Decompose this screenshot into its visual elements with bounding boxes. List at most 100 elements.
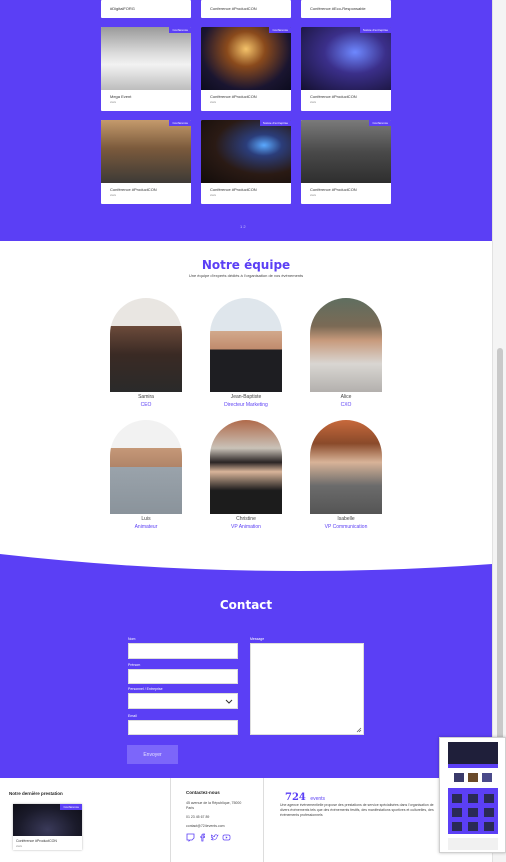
events-section: #DigitalFORG Conference #ProductCON Conf… xyxy=(0,0,492,241)
team-member: Samira CEO xyxy=(110,298,182,408)
resize-handle-icon[interactable] xyxy=(356,727,362,733)
event-image: Soirée d'entreprise xyxy=(301,27,391,90)
event-card-date: xxxx xyxy=(210,193,216,197)
event-card-title: Conférence #ProductCON xyxy=(110,187,157,192)
last-event-card-date: xxxx xyxy=(16,844,22,848)
event-card[interactable]: Conférence Conférence #ProductCON xxxx xyxy=(101,120,191,204)
member-role: Directeur Marketing xyxy=(224,402,268,408)
event-tag: Soirée d'entreprise xyxy=(259,120,291,126)
member-photo xyxy=(110,298,182,392)
youtube-icon[interactable] xyxy=(222,833,231,842)
address-line-2: Paris xyxy=(186,806,194,810)
event-card[interactable]: Soirée d'entreprise Conférence #ProductC… xyxy=(201,120,291,204)
member-role: VP Communication xyxy=(324,524,368,530)
logo-word: events xyxy=(310,796,326,802)
event-tag: Conférence xyxy=(269,27,291,33)
contact-us-title: Contactez-nous xyxy=(186,790,220,795)
team-member: Isabelle VP Communication xyxy=(310,420,382,530)
event-image: Conférence xyxy=(201,27,291,90)
about-text: Une agence événementielle propose des pr… xyxy=(280,803,434,817)
footer-divider xyxy=(263,778,264,862)
nom-field[interactable] xyxy=(128,643,238,659)
event-tag: Conférence xyxy=(169,27,191,33)
event-card-title: Conférence #ProductCON xyxy=(310,94,357,99)
type-select[interactable] xyxy=(128,693,238,709)
address-line-1: 45 avenue de la République, 75000 xyxy=(186,801,242,805)
scrollbar-thumb[interactable] xyxy=(497,348,503,768)
event-card[interactable]: Conférence Mega Event xxxx xyxy=(101,27,191,111)
page: #DigitalFORG Conference #ProductCON Conf… xyxy=(0,0,492,862)
team-member: Jean-Baptiste Directeur Marketing xyxy=(210,298,282,408)
member-photo xyxy=(310,420,382,514)
member-role: Animateur xyxy=(134,524,158,530)
member-name: Samira xyxy=(138,394,154,400)
prenom-field[interactable] xyxy=(128,669,238,684)
send-button[interactable]: Envoyer xyxy=(127,745,178,764)
last-event-title: Notre dernière prestation xyxy=(9,791,63,796)
event-image: Soirée d'entreprise xyxy=(201,120,291,183)
member-role: VP Animation xyxy=(231,524,261,530)
pagination[interactable]: 1 2 xyxy=(240,224,246,229)
nom-label: Nom xyxy=(128,637,136,641)
last-event-card[interactable]: Conférence Conférence #ProductCON xxxx xyxy=(13,804,82,850)
message-textarea[interactable] xyxy=(250,643,364,735)
vertical-scrollbar[interactable] xyxy=(492,0,506,862)
member-role: CEO xyxy=(140,402,152,408)
member-photo xyxy=(110,420,182,514)
event-card[interactable]: Conférence Conférence #ProductCON xxxx xyxy=(301,120,391,204)
event-card-title: Conférence #ProductCON xyxy=(210,94,257,99)
facebook-icon[interactable] xyxy=(198,833,207,842)
email-field[interactable] xyxy=(128,720,238,735)
team-member: Alice CXO xyxy=(310,298,382,408)
prenom-label: Prénom xyxy=(128,663,141,667)
email[interactable]: contact@724events.com xyxy=(186,824,225,829)
preview-grid xyxy=(448,770,498,786)
event-card-date: xxxx xyxy=(310,100,316,104)
event-tag: Conférence xyxy=(169,120,191,126)
event-card[interactable]: Conference #ProductCON xyxy=(201,0,291,18)
preview-band xyxy=(448,764,498,768)
member-name: Alice xyxy=(340,394,352,400)
team-subtitle: Une équipe d'experts dédiés à l'organisa… xyxy=(188,273,304,278)
team-member: Luis Animateur xyxy=(110,420,182,530)
social-icons xyxy=(186,833,231,842)
event-card[interactable]: #DigitalFORG xyxy=(101,0,191,18)
event-card-title: Conférence #Eco-Responsable xyxy=(310,6,366,11)
event-card-date: xxxx xyxy=(110,193,116,197)
event-card[interactable]: Soirée d'entreprise Conférence #ProductC… xyxy=(301,27,391,111)
phone: 01 23 45 67 89 xyxy=(186,815,210,819)
last-event-tag: Conférence xyxy=(60,804,82,810)
email-label: Email xyxy=(128,714,137,718)
event-card-title: Conférence #ProductCON xyxy=(310,187,357,192)
member-photo xyxy=(310,298,382,392)
member-role: CXO xyxy=(340,402,352,408)
team-member: Christine VP Animation xyxy=(210,420,282,530)
event-image: Conférence xyxy=(101,27,191,90)
event-card-title: Conference #ProductCON xyxy=(210,6,257,11)
page-preview-thumbnail[interactable] xyxy=(439,737,506,853)
member-photo xyxy=(210,298,282,392)
member-name: Christine xyxy=(236,516,256,522)
twitter-icon[interactable] xyxy=(210,833,219,842)
event-card-date: xxxx xyxy=(210,100,216,104)
message-label: Message xyxy=(250,637,265,641)
contact-title: Contact xyxy=(219,598,273,612)
event-card[interactable]: Conférence Conférence #ProductCON xxxx xyxy=(201,27,291,111)
footer-divider xyxy=(170,778,171,862)
event-card-title: Mega Event xyxy=(110,94,132,99)
chevron-down-icon xyxy=(225,699,233,704)
event-card-title: #DigitalFORG xyxy=(110,6,135,11)
event-image: Conférence xyxy=(301,120,391,183)
event-tag: Soirée d'entreprise xyxy=(359,27,391,33)
event-image: Conférence xyxy=(101,120,191,183)
preview-hero xyxy=(448,742,498,764)
logo-number: 724 xyxy=(285,792,306,803)
twitch-icon[interactable] xyxy=(186,833,195,842)
event-card-date: xxxx xyxy=(110,100,116,104)
member-name: Isabelle xyxy=(337,516,355,522)
preview-purple-section xyxy=(448,788,498,834)
preview-footer xyxy=(448,838,498,850)
event-card[interactable]: Conférence #Eco-Responsable xyxy=(301,0,391,18)
member-photo xyxy=(210,420,282,514)
member-name: Jean-Baptiste xyxy=(230,394,262,400)
